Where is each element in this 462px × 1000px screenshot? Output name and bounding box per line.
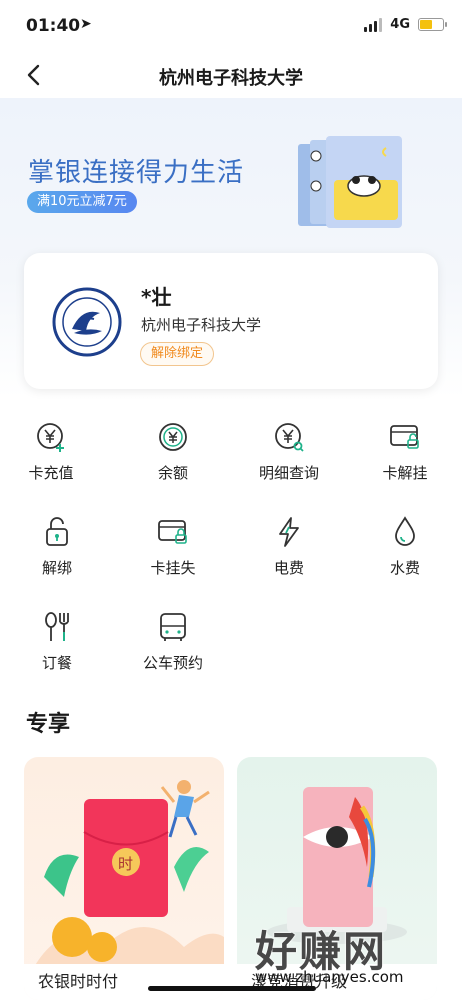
function-unbind[interactable]: 解绑	[12, 515, 102, 595]
status-time: 01:40	[26, 16, 81, 36]
function-electricity[interactable]: 电费	[244, 515, 334, 595]
function-label: 电费	[273, 559, 304, 577]
network-type: 4G	[390, 17, 410, 32]
yuan-search-icon	[275, 423, 304, 452]
fork-spoon-icon	[45, 612, 69, 641]
banner-title: 掌银连接得力生活	[28, 158, 245, 188]
section-title-exclusive: 专享	[26, 712, 71, 737]
function-bus-booking[interactable]: 公车预约	[128, 610, 218, 690]
school-logo	[52, 287, 122, 357]
unlock-icon	[46, 517, 68, 546]
promo-card-label: 漾竞消费升级	[237, 964, 437, 1000]
notebook-illustration	[298, 136, 402, 228]
yuan-circle-icon	[159, 423, 187, 451]
lightning-icon	[279, 517, 299, 547]
function-label: 卡解挂	[382, 464, 428, 482]
function-water[interactable]: 水费	[360, 515, 450, 595]
status-indicators: 4G	[364, 17, 447, 32]
credit-card-illustration	[267, 787, 407, 944]
function-label: 公车预约	[142, 654, 203, 672]
bus-icon	[160, 613, 186, 641]
promo-card-shishifu[interactable]: 时 农银时时付	[24, 757, 224, 1000]
function-label: 余额	[157, 464, 188, 482]
banner-promo-badge: 满10元立减7元	[27, 191, 137, 213]
water-drop-icon	[395, 516, 415, 546]
function-card-topup[interactable]: 卡充值	[6, 420, 96, 500]
page-title: 杭州电子科技大学	[159, 68, 303, 89]
location-arrow-icon: ➤	[80, 16, 92, 32]
nav-bar: 杭州电子科技大学	[0, 56, 462, 98]
function-label: 解绑	[41, 559, 72, 577]
function-label: 卡充值	[28, 464, 74, 482]
card-unlock-icon	[390, 425, 419, 449]
signal-icon	[364, 17, 383, 32]
function-label: 卡挂失	[150, 559, 196, 577]
home-indicator[interactable]	[148, 986, 316, 991]
function-card-report-loss[interactable]: 卡挂失	[128, 515, 218, 595]
function-card-unfreeze[interactable]: 卡解挂	[360, 420, 450, 500]
campus-card: *壮 杭州电子科技大学 解除绑定	[24, 253, 438, 389]
battery-icon	[418, 18, 447, 31]
promo-badge-text: 时	[118, 855, 134, 873]
function-balance[interactable]: 余额	[128, 420, 218, 500]
unbind-button[interactable]: 解除绑定	[140, 342, 215, 366]
function-label: 订餐	[41, 654, 72, 672]
function-detail-query[interactable]: 明细查询	[244, 420, 334, 500]
function-order-meal[interactable]: 订餐	[12, 610, 102, 690]
card-school-name: 杭州电子科技大学	[141, 316, 262, 334]
function-label: 水费	[389, 559, 420, 577]
function-label: 明细查询	[258, 464, 319, 482]
yuan-add-icon	[37, 423, 64, 452]
status-bar: 01:40 ➤ 4G	[0, 0, 462, 56]
cardholder-name: *壮	[141, 285, 172, 309]
card-lock-icon	[158, 520, 187, 544]
promo-card-label: 农银时时付	[24, 964, 224, 1000]
promo-card-credit-upgrade[interactable]: 漾竞消费升级	[237, 757, 437, 1000]
